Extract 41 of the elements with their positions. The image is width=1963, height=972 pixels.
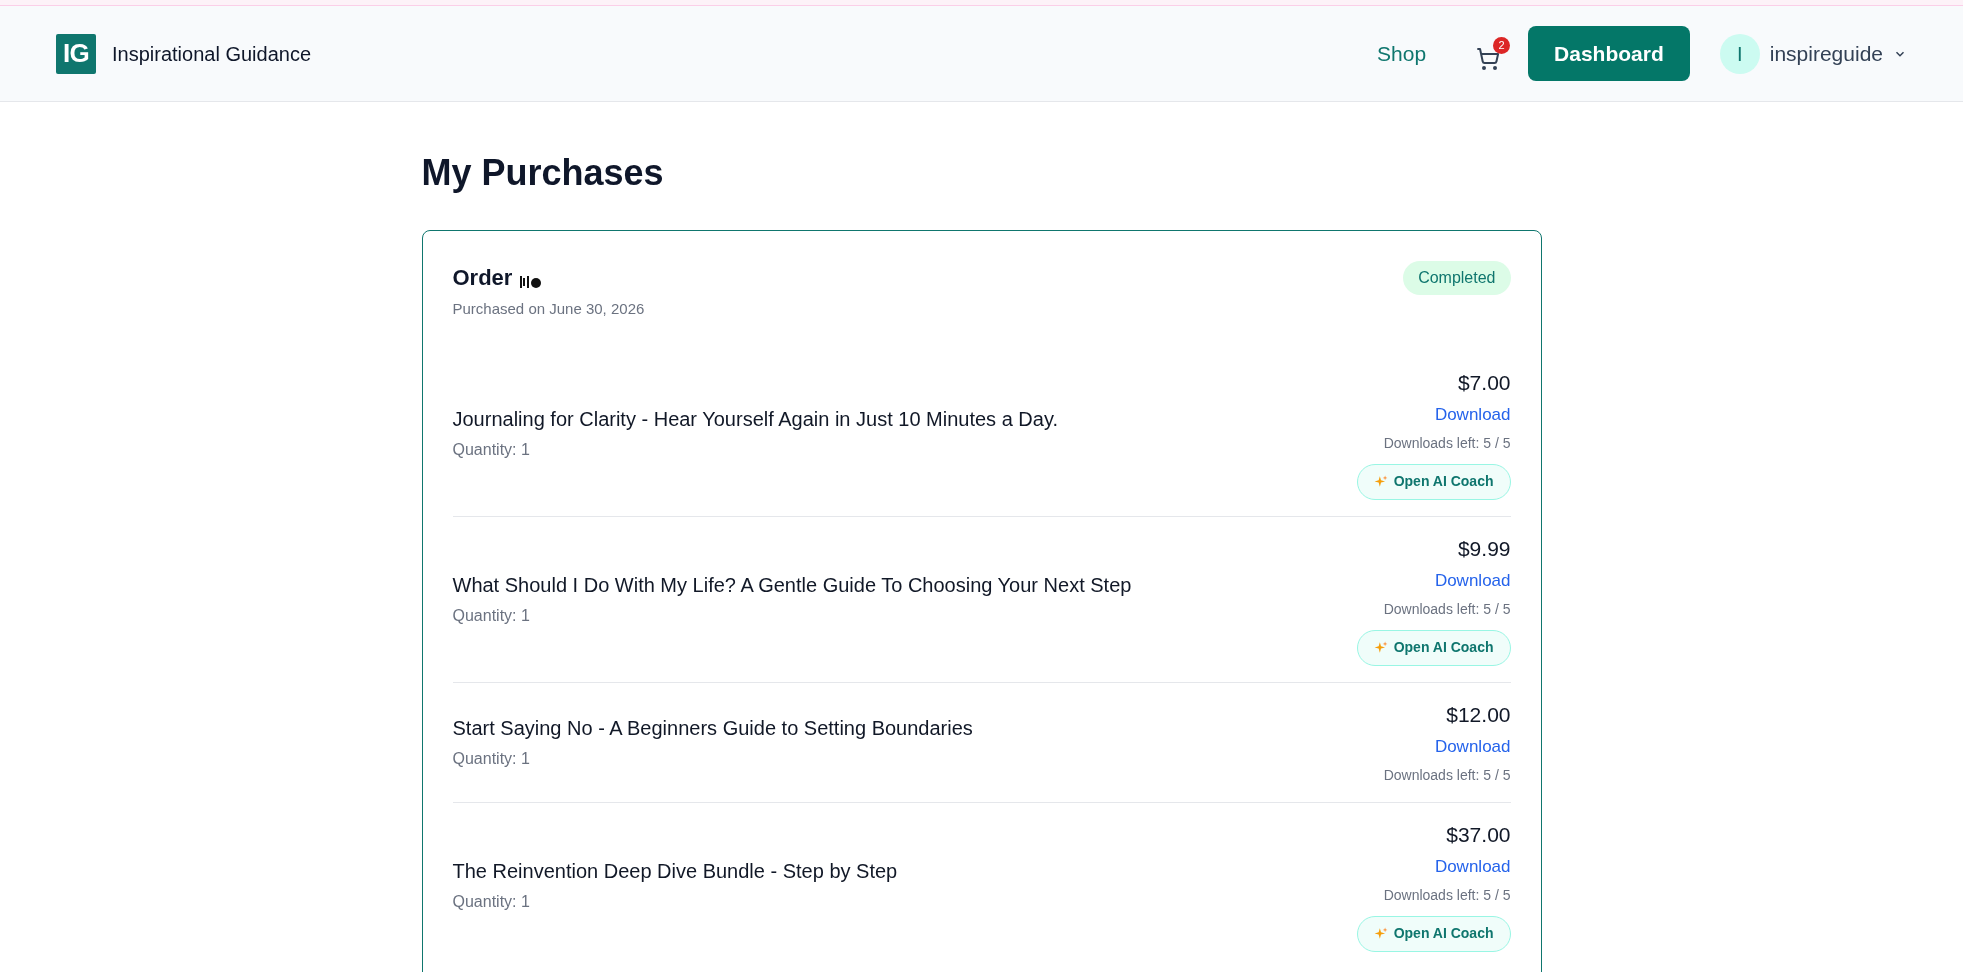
sparkle-icon <box>1373 926 1388 941</box>
quantity-text: Quantity: 1 <box>452 749 531 769</box>
price-text: $9.99 <box>1457 535 1511 562</box>
product-title: Journaling for Clarity - Hear Yourself Again in Just 10 Minutes a Day. <box>452 407 1058 432</box>
cart-button[interactable]: 2 <box>1476 36 1511 71</box>
brand-name[interactable]: Inspirational Guidance <box>112 38 311 69</box>
downloads-left-text: Downloads left: 5 / 5 <box>1383 885 1511 905</box>
order-title: Order <box>452 264 513 292</box>
quantity-text: Quantity: 1 <box>452 440 531 460</box>
downloads-left-text: Downloads left: 5 / 5 <box>1383 765 1511 785</box>
product-title: Start Saying No - A Beginners Guide to Setting Boundaries <box>452 716 973 741</box>
dashboard-button[interactable]: Dashboard <box>1528 26 1690 81</box>
downloads-left-text: Downloads left: 5 / 5 <box>1383 433 1511 453</box>
cart-count-badge: 2 <box>1493 36 1511 54</box>
download-link[interactable]: Download <box>1434 402 1511 428</box>
download-link[interactable]: Download <box>1434 568 1511 594</box>
open-ai-coach-button[interactable]: Open AI Coach <box>1356 629 1511 666</box>
page-title: My Purchases <box>421 151 665 195</box>
nav-link[interactable]: Shop <box>1377 37 1427 70</box>
purchase-date: Purchased on June 30, 2026 <box>452 299 645 319</box>
cart-icon <box>1476 46 1501 71</box>
logo[interactable]: IG <box>56 33 96 74</box>
user-avatar: I <box>1719 33 1760 74</box>
download-link[interactable]: Download <box>1434 734 1511 760</box>
quantity-text: Quantity: 1 <box>452 606 531 626</box>
sparkle-icon <box>1373 640 1388 655</box>
redacted-mark <box>520 276 542 288</box>
open-ai-coach-button[interactable]: Open AI Coach <box>1356 463 1511 500</box>
user-name: inspireguide <box>1769 40 1883 67</box>
quantity-text: Quantity: 1 <box>452 892 531 912</box>
sparkle-icon <box>1373 474 1388 489</box>
product-title: What Should I Do With My Life? A Gentle Guide To Choosing Your Next Step <box>452 573 1132 598</box>
price-text: $12.00 <box>1446 701 1511 728</box>
product-title: The Reinvention Deep Dive Bundle - Step by Step <box>452 859 898 884</box>
user-menu[interactable]: I inspireguide <box>1719 33 1907 74</box>
downloads-left-text: Downloads left: 5 / 5 <box>1383 599 1511 619</box>
price-text: $37.00 <box>1446 821 1511 848</box>
download-link[interactable]: Download <box>1434 854 1511 880</box>
status-badge: Completed <box>1403 261 1511 295</box>
price-text: $7.00 <box>1457 369 1511 396</box>
open-ai-coach-button[interactable]: Open AI Coach <box>1356 915 1511 952</box>
